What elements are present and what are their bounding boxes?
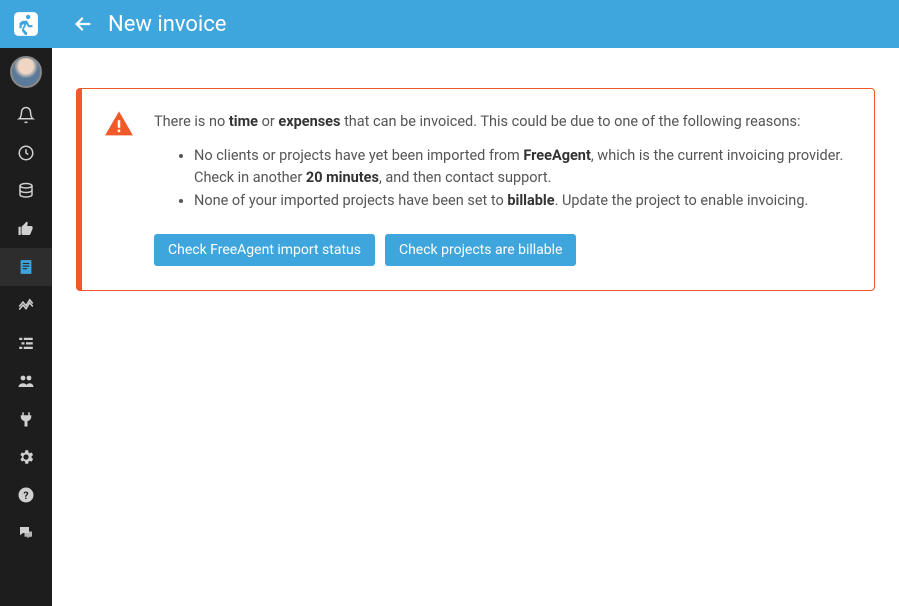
- alert-text: There is no: [154, 113, 229, 130]
- sidebar-item-chat[interactable]: [0, 514, 52, 552]
- runner-icon: [13, 11, 39, 37]
- sidebar-item-invoices[interactable]: [0, 248, 52, 286]
- sidebar-item-database[interactable]: [0, 172, 52, 210]
- alert-reason: None of your imported projects have been…: [194, 190, 848, 212]
- check-import-status-button[interactable]: Check FreeAgent import status: [154, 234, 375, 266]
- bell-icon: [17, 106, 35, 124]
- alert-text: or: [258, 113, 278, 130]
- alert-intro: There is no time or expenses that can be…: [154, 111, 848, 133]
- page-title: New invoice: [108, 12, 226, 37]
- sidebar-item-approvals[interactable]: [0, 210, 52, 248]
- arrow-left-icon: [72, 13, 94, 35]
- check-projects-billable-button[interactable]: Check projects are billable: [385, 234, 576, 266]
- chart-line-icon: [17, 296, 35, 314]
- database-icon: [17, 182, 35, 200]
- alert-text-bold: time: [229, 113, 258, 130]
- alert-text: . Update the project to enable invoicing…: [555, 192, 809, 209]
- sidebar-item-reports[interactable]: [0, 286, 52, 324]
- alert-text: that can be invoiced. This could be due …: [340, 113, 800, 130]
- alert-text: , and then contact support.: [379, 169, 551, 186]
- sidebar: ?: [0, 0, 52, 606]
- document-icon: [17, 258, 35, 276]
- sidebar-item-integrations[interactable]: [0, 400, 52, 438]
- alert-body: There is no time or expenses that can be…: [154, 111, 848, 266]
- sidebar-item-team[interactable]: [0, 362, 52, 400]
- alert-text-bold: FreeAgent: [523, 147, 591, 164]
- tasks-icon: [17, 334, 35, 352]
- content: There is no time or expenses that can be…: [52, 48, 899, 315]
- svg-text:?: ?: [23, 489, 28, 502]
- alert-text-bold: expenses: [278, 113, 340, 130]
- warning-alert: There is no time or expenses that can be…: [76, 88, 875, 291]
- alert-text-bold: billable: [507, 192, 554, 209]
- back-button[interactable]: [72, 13, 94, 35]
- sidebar-avatar[interactable]: [0, 48, 52, 96]
- sidebar-item-notifications[interactable]: [0, 96, 52, 134]
- gear-icon: [17, 448, 35, 466]
- alert-reason: No clients or projects have yet been imp…: [194, 145, 848, 189]
- users-icon: [17, 372, 35, 390]
- page-header: New invoice: [52, 0, 899, 48]
- alert-reasons-list: No clients or projects have yet been imp…: [154, 145, 848, 212]
- alert-text: None of your imported projects have been…: [194, 192, 507, 209]
- alert-actions: Check FreeAgent import status Check proj…: [154, 234, 848, 266]
- sidebar-item-time[interactable]: [0, 134, 52, 172]
- clock-icon: [17, 144, 35, 162]
- main-area: New invoice There is no time or expenses…: [52, 0, 899, 606]
- warning-icon: [104, 109, 134, 146]
- alert-text-bold: 20 minutes: [306, 169, 379, 186]
- avatar-image: [10, 56, 42, 88]
- help-icon: ?: [17, 486, 35, 504]
- sidebar-logo[interactable]: [0, 0, 52, 48]
- sidebar-item-tasks[interactable]: [0, 324, 52, 362]
- alert-text: No clients or projects have yet been imp…: [194, 147, 523, 164]
- plug-icon: [17, 410, 35, 428]
- chat-icon: [17, 524, 35, 542]
- thumbs-up-icon: [17, 220, 35, 238]
- sidebar-item-settings[interactable]: [0, 438, 52, 476]
- sidebar-item-help[interactable]: ?: [0, 476, 52, 514]
